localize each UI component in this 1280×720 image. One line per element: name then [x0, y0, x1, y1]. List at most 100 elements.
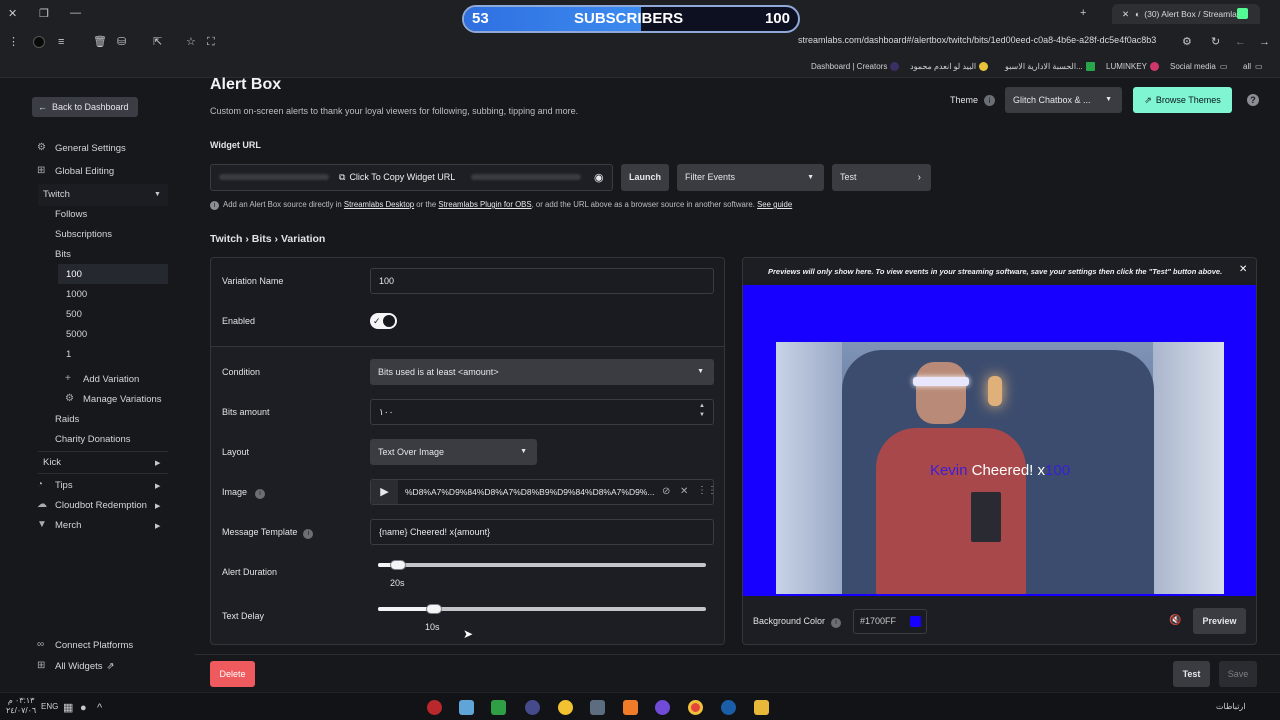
taskbar-app-icon[interactable] — [459, 700, 474, 715]
bookmark-folder[interactable]: Social media ▭ — [1170, 62, 1227, 71]
help-icon[interactable]: ? — [1247, 94, 1259, 106]
sidebar-variation-1[interactable]: 1 — [66, 349, 71, 360]
close-window-icon[interactable]: ✕ — [8, 8, 17, 20]
sidebar-item-global-editing[interactable]: ⊞ Global Editing — [37, 165, 114, 177]
new-tab-icon[interactable]: + — [1080, 7, 1086, 19]
restore-window-icon[interactable]: ❐ — [39, 8, 49, 20]
sidebar-item-charity[interactable]: Charity Donations — [55, 434, 131, 445]
browse-themes-button[interactable]: ⇗ Browse Themes — [1133, 87, 1232, 113]
language-indicator[interactable]: ENG — [41, 702, 58, 711]
color-swatch[interactable] — [910, 616, 921, 627]
taskbar-chrome-icon[interactable] — [688, 700, 703, 715]
background-color-input[interactable]: #1700FF — [853, 609, 927, 634]
sidebar-item-merch[interactable]: ▼ Merch — [37, 519, 81, 531]
filter-events-dropdown[interactable]: Filter Events ▼ — [677, 164, 824, 191]
trash-icon[interactable]: 🗑 — [93, 36, 107, 48]
save-button[interactable]: Save — [1219, 661, 1257, 687]
info-icon[interactable]: i — [984, 95, 995, 106]
caret-right-icon[interactable]: ▶ — [155, 459, 160, 467]
manage-variations-button[interactable]: ⚙ Manage Variations — [65, 393, 162, 405]
bookmark-star-icon[interactable]: ☆ — [186, 36, 196, 48]
back-icon[interactable]: → — [1259, 36, 1270, 48]
sidebar-item-raids[interactable]: Raids — [55, 414, 79, 425]
sidebar-item-follows[interactable]: Follows — [55, 209, 87, 220]
sidebar-item-all-widgets[interactable]: ⊞ All Widgets ⇗ — [37, 660, 114, 672]
bits-amount-input[interactable]: ١٠٠ ▲ ▼ — [370, 399, 714, 425]
share-icon[interactable]: ⇱ — [153, 36, 162, 48]
sidebar-item-cloudbot[interactable]: ☁ Cloudbot Redemption — [37, 499, 147, 511]
info-icon[interactable]: i — [303, 529, 314, 539]
delete-button[interactable]: Delete — [210, 661, 255, 687]
taskbar-app-icon[interactable] — [655, 700, 670, 715]
preview-button[interactable]: Preview — [1193, 608, 1246, 634]
launch-button[interactable]: Launch — [621, 164, 669, 191]
caret-right-icon[interactable]: ▶ — [155, 482, 160, 490]
taskbar-app-icon[interactable] — [590, 700, 605, 715]
streamlabs-plugin-link[interactable]: Streamlabs Plugin for OBS — [438, 200, 531, 209]
eye-icon[interactable]: ◉ — [594, 171, 604, 184]
theme-dropdown[interactable]: Glitch Chatbox & ... ▼ — [1005, 87, 1122, 113]
link-icon[interactable]: ⊘ — [662, 486, 670, 497]
close-icon[interactable]: ✕ — [1239, 264, 1247, 275]
extension-icon[interactable]: ⛁ — [117, 36, 126, 48]
taskbar-app-icon[interactable] — [525, 700, 540, 715]
gallery-grid-icon[interactable]: ⋮⋮ — [697, 485, 717, 496]
layout-dropdown[interactable]: Text Over Image ▼ — [370, 439, 537, 465]
menu-dots-icon[interactable]: ⋮ — [8, 36, 19, 48]
translate-icon[interactable]: ⛶ — [207, 36, 215, 48]
caret-right-icon[interactable]: ▶ — [155, 502, 160, 510]
text-delay-handle[interactable] — [425, 604, 442, 614]
back-to-dashboard-button[interactable]: ← Back to Dashboard — [32, 97, 138, 117]
add-variation-button[interactable]: + Add Variation — [65, 373, 139, 385]
bookmark-item[interactable]: الحسبة الادارية الاسبو... — [1005, 62, 1095, 72]
enabled-toggle[interactable]: ✓ — [370, 313, 397, 329]
sidebar-variation-500[interactable]: 500 — [66, 309, 82, 320]
taskbar-app-icon[interactable] — [427, 700, 442, 715]
clear-icon[interactable]: ✕ — [680, 486, 688, 497]
reader-icon[interactable]: ≡ — [58, 36, 64, 48]
caret-right-icon[interactable]: ▶ — [155, 522, 160, 530]
minimize-window-icon[interactable]: — — [70, 7, 81, 19]
reload-icon[interactable]: ↻ — [1211, 36, 1220, 48]
condition-dropdown[interactable]: Bits used is at least <amount> ▼ — [370, 359, 714, 385]
info-icon[interactable]: i — [831, 618, 842, 628]
variation-name-input[interactable]: 100 — [370, 268, 714, 294]
sidebar-item-bits[interactable]: Bits — [55, 249, 71, 260]
sidebar-item-tips[interactable]: ◔ Tips — [37, 479, 73, 491]
sidebar-item-connect-platforms[interactable]: ∞ Connect Platforms — [37, 639, 133, 651]
stepper-arrows-icon[interactable]: ▲ ▼ — [699, 402, 705, 420]
taskbar-steam-icon[interactable] — [721, 700, 736, 715]
sidebar-variation-5000[interactable]: 5000 — [66, 329, 87, 340]
alert-duration-slider[interactable] — [378, 563, 706, 567]
bookmark-item[interactable]: Dashboard | Creators — [811, 62, 900, 72]
network-icon[interactable]: ▦ — [63, 702, 73, 714]
mute-icon[interactable]: 🔇 — [1169, 615, 1181, 626]
sidebar-item-subscriptions[interactable]: Subscriptions — [55, 229, 112, 240]
widget-url-field[interactable]: ⧉ Click To Copy Widget URL ◉ — [210, 164, 613, 191]
see-guide-link[interactable]: See guide — [757, 200, 792, 209]
alert-duration-handle[interactable] — [389, 560, 406, 570]
bookmark-item[interactable]: البيد لو انعدم محمود — [910, 62, 989, 72]
taskbar-app-icon[interactable] — [491, 700, 506, 715]
profile-avatar[interactable] — [33, 36, 45, 48]
taskbar-app-icon[interactable] — [558, 700, 573, 715]
sidebar-item-twitch[interactable]: Twitch — [43, 189, 70, 200]
taskbar-folder-icon[interactable] — [754, 700, 769, 715]
copy-widget-url[interactable]: ⧉ Click To Copy Widget URL — [339, 172, 455, 183]
test-dropdown[interactable]: Test › — [832, 164, 931, 191]
streamlabs-desktop-link[interactable]: Streamlabs Desktop — [344, 200, 414, 209]
site-settings-icon[interactable]: ⚙ — [1182, 36, 1192, 48]
info-icon[interactable]: i — [255, 489, 266, 499]
bookmark-folder[interactable]: all ▭ — [1243, 62, 1263, 71]
close-tab-icon[interactable]: ✕ — [1122, 9, 1129, 19]
image-field[interactable]: ▶ %D8%A7%D9%84%D8%A7%D8%B9%D9%84%D8%A7%D… — [370, 479, 717, 505]
caret-down-icon[interactable]: ▼ — [154, 191, 161, 198]
sidebar-variation-1000[interactable]: 1000 — [66, 289, 87, 300]
taskbar-clock[interactable]: ٠٣:١٣ م ٢٤/٠٧/٠٦ — [6, 696, 36, 716]
bookmark-item[interactable]: LUMINKEY — [1106, 62, 1159, 72]
test-button[interactable]: Test — [1173, 661, 1210, 687]
address-bar[interactable]: streamlabs.com/dashboard#/alertbox/twitc… — [798, 35, 1156, 45]
sidebar-item-general-settings[interactable]: ⚙ General Settings — [37, 142, 126, 154]
forward-icon[interactable]: ← — [1235, 36, 1246, 48]
chevron-up-icon[interactable]: ^ — [97, 702, 102, 714]
